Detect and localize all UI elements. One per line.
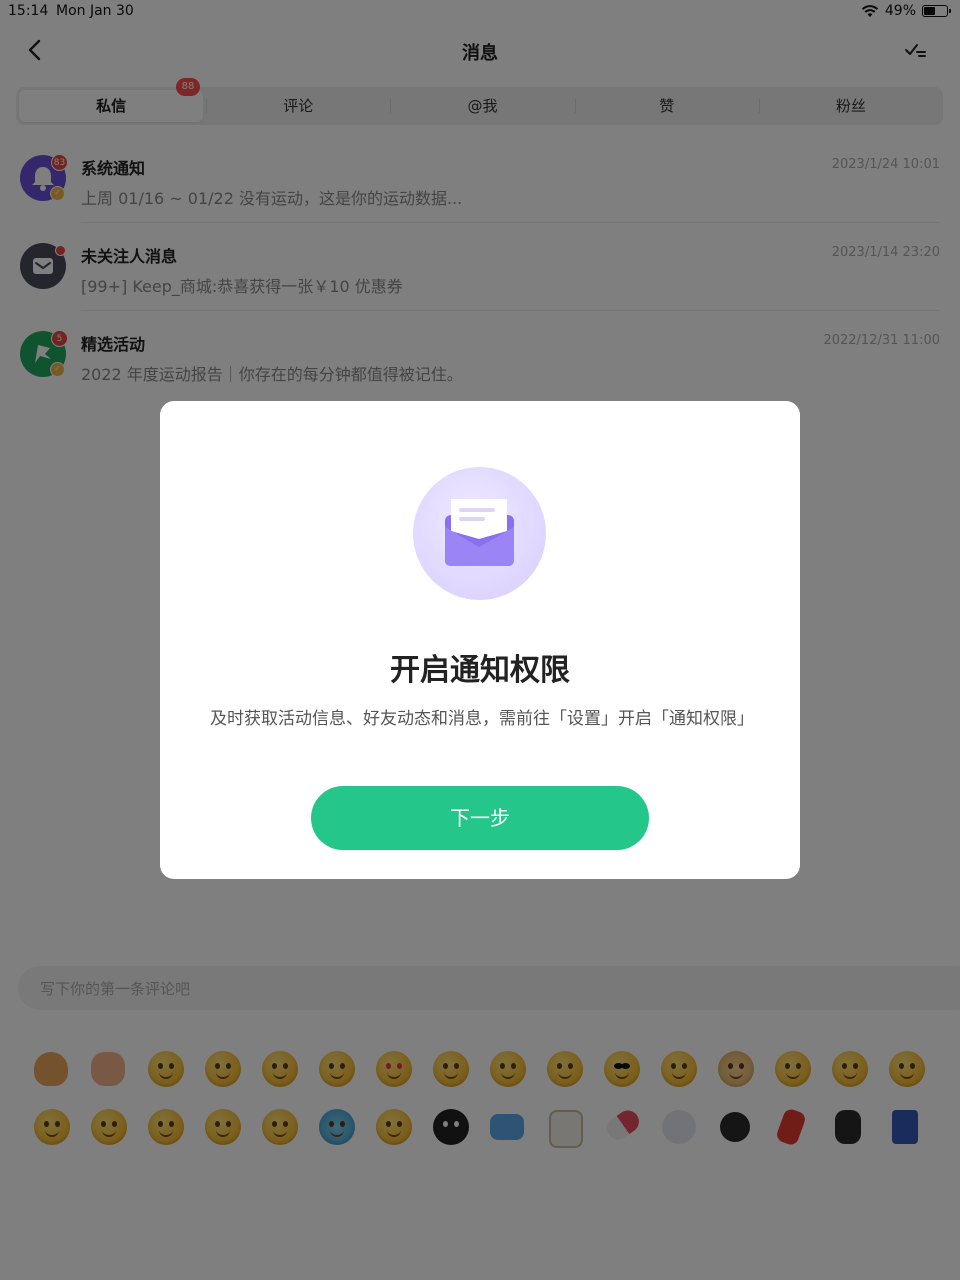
- dialog-description: 及时获取活动信息、好友动态和消息，需前往「设置」开启「通知权限」: [210, 709, 754, 729]
- envelope-illustration: [413, 467, 546, 600]
- dialog-title: 开启通知权限: [390, 653, 570, 688]
- notification-permission-dialog: 开启通知权限 及时获取活动信息、好友动态和消息，需前往「设置」开启「通知权限」 …: [160, 401, 800, 879]
- envelope-icon: [445, 499, 514, 566]
- next-step-button[interactable]: 下一步: [311, 786, 649, 850]
